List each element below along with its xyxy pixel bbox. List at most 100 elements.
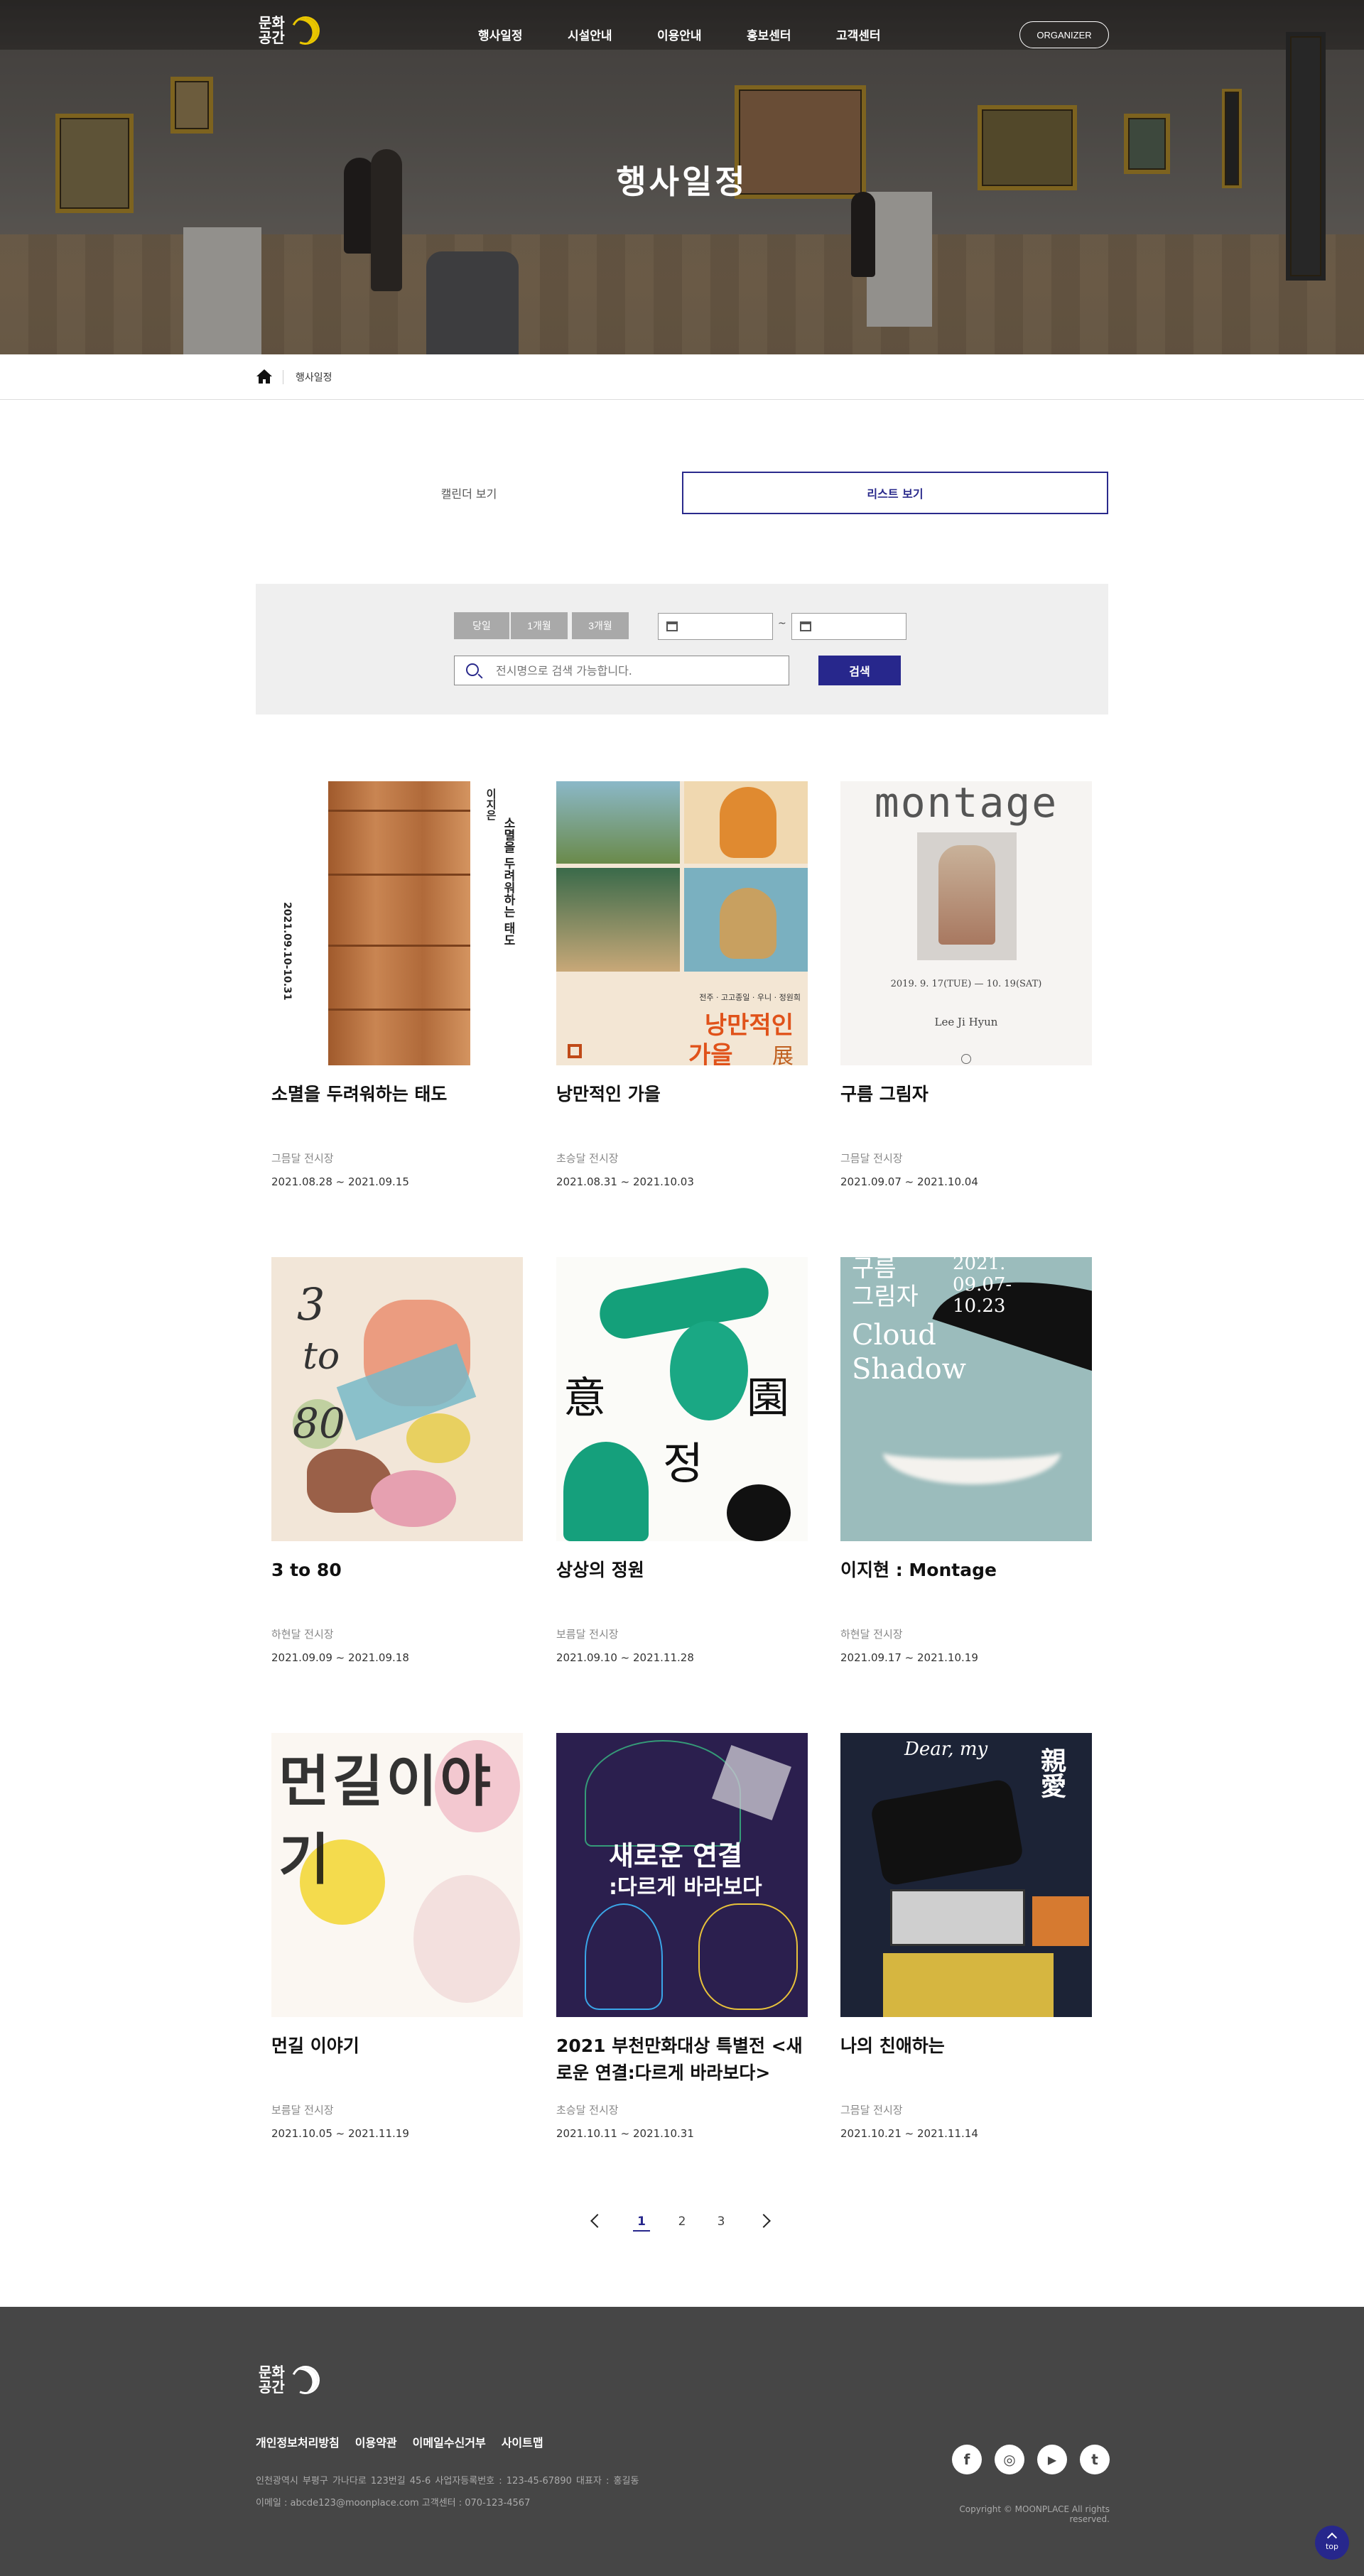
facebook-icon[interactable]: f: [952, 2445, 982, 2474]
footer-links: 개인정보처리방침 이용약관 이메일수신거부 사이트맵: [256, 2433, 543, 2450]
event-poster[interactable]: montage 2019. 9. 17(TUE) — 10. 19(SAT) L…: [840, 781, 1092, 1065]
nav-item-usage[interactable]: 이용안내: [657, 26, 747, 43]
event-venue: 그믐달 전시장: [840, 2104, 903, 2116]
page-1[interactable]: 1: [633, 2214, 650, 2232]
nav-item-schedule[interactable]: 행사일정: [478, 26, 568, 43]
event-venue: 그믐달 전시장: [271, 1152, 334, 1165]
event-title[interactable]: 이지현 : Montage: [840, 1557, 1092, 1614]
site-footer: 문화공간 개인정보처리방침 이용약관 이메일수신거부 사이트맵 인천광역시 부평…: [0, 2307, 1364, 2576]
page-3[interactable]: 3: [713, 2214, 730, 2229]
twitter-icon[interactable]: t: [1080, 2445, 1110, 2474]
event-period: 2021.10.21 ~ 2021.11.14: [840, 2127, 978, 2140]
end-date-field[interactable]: [791, 613, 906, 640]
event-title[interactable]: 2021 부천만화대상 특별전 <새로운 연결:다르게 바라보다>: [556, 2033, 808, 2089]
page-title: 행사일정: [616, 163, 748, 201]
hero-banner: 문화공간 행사일정 시설안내 이용안내 홍보센터 고객센터 ORGANIZER …: [0, 0, 1364, 354]
event-venue: 하현달 전시장: [271, 1628, 334, 1641]
poster-names: 전주 · 고고종일 · 우니 · 정원희: [699, 993, 801, 1002]
event-title[interactable]: 나의 친애하는: [840, 2033, 1092, 2089]
event-venue: 하현달 전시장: [840, 1628, 903, 1641]
start-date-field[interactable]: [658, 613, 773, 640]
poster-artist: 이지은: [485, 788, 497, 820]
event-card[interactable]: Dear, my 親愛 나의 친애하는 그믐달 전시장 2021.10.21 ~…: [840, 1733, 1092, 2140]
youtube-icon[interactable]: ▶: [1037, 2445, 1067, 2474]
nav-item-support[interactable]: 고객센터: [836, 26, 926, 43]
search-icon: [466, 663, 479, 676]
event-poster[interactable]: 먼길이야기: [271, 1733, 523, 2017]
event-title[interactable]: 3 to 80: [271, 1557, 523, 1614]
poster-heading-3: 80: [293, 1399, 345, 1447]
search-button[interactable]: 검색: [818, 656, 901, 685]
poster-kr-title-2: 그림자: [852, 1283, 919, 1311]
event-poster[interactable]: 구름 그림자 Cloud Shadow 2021. 09.07- 10.23: [840, 1257, 1092, 1541]
period-1month-button[interactable]: 1개월: [511, 612, 568, 639]
next-page-icon[interactable]: [757, 2214, 771, 2228]
poster-char-2: 園: [747, 1374, 789, 1423]
logo-text: 문화공간: [259, 2364, 285, 2396]
figure-artwork: [938, 845, 995, 945]
event-card[interactable]: 먼길이야기 먼길 이야기 보름달 전시장 2021.10.05 ~ 2021.1…: [271, 1733, 523, 2140]
event-title[interactable]: 구름 그림자: [840, 1081, 1092, 1138]
search-box: [454, 656, 789, 685]
poster-char: 意: [563, 1374, 606, 1423]
scroll-top-button[interactable]: top: [1315, 2526, 1349, 2560]
event-card[interactable]: 구름 그림자 Cloud Shadow 2021. 09.07- 10.23 이…: [840, 1257, 1092, 1664]
poster-title: 새로운 연결: [609, 1840, 743, 1871]
nav-item-promotion[interactable]: 홍보센터: [747, 26, 836, 43]
event-period: 2021.08.31 ~ 2021.10.03: [556, 1175, 694, 1188]
event-poster[interactable]: 意 園 정: [556, 1257, 808, 1541]
tab-calendar-view[interactable]: 캘린더 보기: [256, 472, 682, 514]
period-today-button[interactable]: 당일: [454, 612, 509, 639]
event-card[interactable]: 소멸을 두려워하는 태도 이지은 2021.09.10-10.31 소멸을 두려…: [271, 781, 523, 1188]
poster-en-title: Cloud: [852, 1319, 936, 1352]
email-refusal-link[interactable]: 이메일수신거부: [413, 2433, 486, 2450]
instagram-icon[interactable]: ◎: [995, 2445, 1024, 2474]
organizer-button[interactable]: ORGANIZER: [1019, 21, 1109, 48]
event-card[interactable]: 새로운 연결 :다르게 바라보다 2021 부천만화대상 특별전 <새로운 연결…: [556, 1733, 808, 2140]
poster-en-title-2: Shadow: [852, 1353, 966, 1386]
cassette-illustration: [890, 1889, 1025, 1946]
event-period: 2021.10.11 ~ 2021.10.31: [556, 2127, 694, 2140]
terms-link[interactable]: 이용약관: [355, 2433, 397, 2450]
copyright: Copyright © MOONPLACE All rights reserve…: [959, 2504, 1110, 2524]
event-card[interactable]: 意 園 정 상상의 정원 보름달 전시장 2021.09.10 ~ 2021.1…: [556, 1257, 808, 1664]
breadcrumb: 행사일정: [0, 354, 1364, 400]
breadcrumb-current: 행사일정: [296, 372, 332, 384]
page-2[interactable]: 2: [673, 2214, 691, 2229]
site-logo[interactable]: 문화공간: [259, 12, 324, 49]
poster-heading: 3: [297, 1278, 325, 1330]
nav-item-facilities[interactable]: 시설안내: [568, 26, 657, 43]
event-poster[interactable]: 3 to 80: [271, 1257, 523, 1541]
event-card[interactable]: 전주 · 고고종일 · 우니 · 정원희 낭만적인 가을 展 낭만적인 가을 초…: [556, 781, 808, 1188]
poster-date: 2021.09.10-10.31: [281, 902, 293, 1001]
event-title[interactable]: 먼길 이야기: [271, 2033, 523, 2089]
event-poster[interactable]: Dear, my 親愛: [840, 1733, 1092, 2017]
search-panel: 당일 1개월 3개월 ~ 검색: [256, 584, 1108, 714]
moon-icon: [287, 12, 324, 49]
privacy-policy-link[interactable]: 개인정보처리방침: [256, 2433, 340, 2450]
period-3month-button[interactable]: 3개월: [572, 612, 629, 639]
event-title[interactable]: 소멸을 두려워하는 태도: [271, 1081, 523, 1138]
event-poster[interactable]: 소멸을 두려워하는 태도 이지은 2021.09.10-10.31: [271, 781, 523, 1065]
event-card[interactable]: 3 to 80 3 to 80 하현달 전시장 2021.09.09 ~ 202…: [271, 1257, 523, 1664]
event-card[interactable]: montage 2019. 9. 17(TUE) — 10. 19(SAT) L…: [840, 781, 1092, 1188]
poster-title: 소멸을 두려워하는 태도: [501, 817, 515, 946]
pagination: 1 2 3: [583, 2210, 781, 2239]
footer-logo[interactable]: 문화공간: [259, 2362, 324, 2398]
sitemap-link[interactable]: 사이트맵: [502, 2433, 543, 2450]
event-period: 2021.09.17 ~ 2021.10.19: [840, 1651, 978, 1664]
event-venue: 초승달 전시장: [556, 2104, 619, 2116]
event-poster[interactable]: 전주 · 고고종일 · 우니 · 정원희 낭만적인 가을 展: [556, 781, 808, 1065]
event-title[interactable]: 상상의 정원: [556, 1557, 808, 1614]
poster-date: 2021.: [953, 1257, 1006, 1274]
prev-page-icon[interactable]: [590, 2214, 605, 2228]
tab-list-view[interactable]: 리스트 보기: [682, 472, 1108, 514]
event-title[interactable]: 낭만적인 가을: [556, 1081, 808, 1138]
home-icon[interactable]: [256, 369, 273, 384]
cat-illustration: [720, 787, 776, 858]
poster-dates: 2019. 9. 17(TUE) — 10. 19(SAT): [890, 979, 1042, 989]
event-period: 2021.08.28 ~ 2021.09.15: [271, 1175, 409, 1188]
event-poster[interactable]: 새로운 연결 :다르게 바라보다: [556, 1733, 808, 2017]
search-input[interactable]: [496, 661, 773, 680]
event-period: 2021.09.09 ~ 2021.09.18: [271, 1651, 409, 1664]
